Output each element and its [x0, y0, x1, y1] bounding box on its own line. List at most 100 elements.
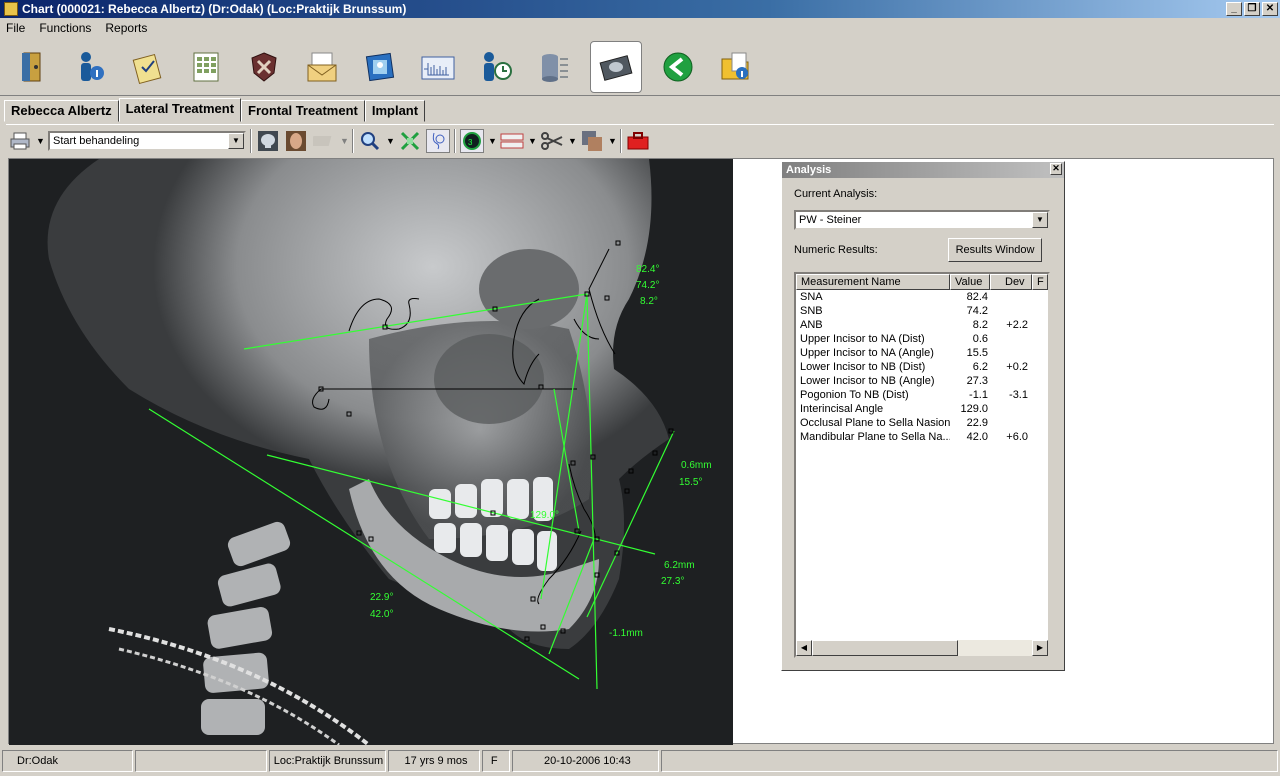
- chevron-down-icon[interactable]: ▼: [228, 132, 244, 149]
- list-item[interactable]: Lower Incisor to NB (Dist) 6.2 +0.2: [796, 360, 1048, 374]
- export-button[interactable]: [714, 45, 758, 89]
- zoom-button[interactable]: [358, 129, 382, 153]
- tab-frontal-treatment[interactable]: Frontal Treatment: [241, 100, 365, 122]
- stage-select-value: Start behandeling: [53, 134, 140, 147]
- toolbar-divider: [454, 128, 456, 153]
- image-toolbar: ▼ Start behandeling ▼ ▼ ▼ 3 ▼ ▼ ▼ ▼: [6, 124, 1274, 156]
- face-photo-button[interactable]: [284, 129, 308, 153]
- close-button[interactable]: ✕: [1262, 2, 1278, 16]
- print-dropdown-arrow[interactable]: ▼: [36, 136, 45, 146]
- close-icon[interactable]: ✕: [1050, 163, 1062, 175]
- print-button[interactable]: [8, 129, 32, 153]
- list-item[interactable]: SNB 74.2: [796, 304, 1048, 318]
- col-value[interactable]: Value: [950, 274, 990, 290]
- teeth-button[interactable]: [500, 129, 524, 153]
- list-item[interactable]: SNA 82.4: [796, 290, 1048, 304]
- list-item[interactable]: Lower Incisor to NB (Angle) 27.3: [796, 374, 1048, 388]
- menu-file[interactable]: File: [4, 21, 27, 35]
- film-strip-icon: [421, 56, 455, 79]
- scroll-thumb[interactable]: [812, 640, 958, 656]
- list-item[interactable]: Upper Incisor to NA (Angle) 15.5: [796, 346, 1048, 360]
- col-measurement-name[interactable]: Measurement Name: [796, 274, 950, 290]
- xray-canvas[interactable]: 82.4° 74.2° 8.2° 0.6mm 15.5° 129.0° 6.2m…: [9, 159, 733, 745]
- surgery-dropdown-arrow[interactable]: ▼: [568, 136, 577, 146]
- l1nb-dist-label: 6.2mm: [664, 560, 695, 571]
- result-dev: [990, 374, 1032, 388]
- col-dev[interactable]: Dev: [990, 274, 1032, 290]
- result-name: SNB: [800, 305, 823, 317]
- back-button[interactable]: [656, 45, 700, 89]
- list-item[interactable]: Interincisal Angle 129.0: [796, 402, 1048, 416]
- back-arrow-icon: [663, 52, 693, 81]
- zoom-dropdown-arrow[interactable]: ▼: [386, 136, 395, 146]
- stage-select[interactable]: Start behandeling ▼: [48, 130, 246, 151]
- list-item[interactable]: Upper Incisor to NA (Dist) 0.6: [796, 332, 1048, 346]
- scroll-right-icon[interactable]: ▶: [1032, 640, 1048, 656]
- result-name: Mandibular Plane to Sella Na...: [800, 431, 950, 443]
- superimpose-button[interactable]: 3: [460, 128, 484, 153]
- minimize-button[interactable]: _: [1226, 2, 1242, 16]
- spreadsheet-button[interactable]: [184, 45, 228, 89]
- horizontal-scrollbar[interactable]: ◀ ▶: [796, 640, 1048, 656]
- list-item[interactable]: Mandibular Plane to Sella Na... 42.0 +6.0: [796, 430, 1048, 444]
- chart-tabs: Rebecca Albertz Lateral Treatment Fronta…: [0, 98, 426, 122]
- chevron-down-icon[interactable]: ▼: [1032, 212, 1048, 228]
- result-dev: [990, 290, 1032, 304]
- database-button[interactable]: [532, 45, 576, 89]
- appointments-button[interactable]: [474, 45, 518, 89]
- scroll-left-icon[interactable]: ◀: [796, 640, 812, 656]
- menu-functions[interactable]: Functions: [37, 21, 93, 35]
- surgery-button[interactable]: [540, 129, 564, 153]
- result-value: -1.1: [969, 389, 988, 401]
- result-name: Pogonion To NB (Dist): [800, 389, 909, 401]
- tab-patient[interactable]: Rebecca Albertz: [4, 100, 119, 122]
- list-item[interactable]: Pogonion To NB (Dist) -1.1 -3.1: [796, 388, 1048, 402]
- scissors-icon: [541, 131, 563, 150]
- tracing-button[interactable]: [416, 45, 460, 89]
- orbit-shape: [479, 249, 579, 329]
- tracing-toggle-button[interactable]: [426, 128, 450, 153]
- toolbox-button[interactable]: [626, 129, 650, 153]
- result-value: 22.9: [966, 417, 988, 429]
- svg-text:3: 3: [468, 138, 473, 147]
- patient-info-button[interactable]: [68, 45, 112, 89]
- superimpose-dropdown-arrow[interactable]: ▼: [488, 136, 497, 146]
- treatment-shield-button[interactable]: [242, 45, 286, 89]
- analysis-select[interactable]: PW - Steiner ▼: [794, 210, 1050, 230]
- result-value: 42.0: [966, 431, 988, 443]
- tab-implant[interactable]: Implant: [364, 100, 426, 122]
- cephalometric-xray[interactable]: 82.4° 74.2° 8.2° 0.6mm 15.5° 129.0° 6.2m…: [9, 159, 733, 745]
- result-name: SNA: [800, 291, 823, 303]
- result-value: 0.6: [972, 333, 988, 345]
- results-window-button[interactable]: Results Window: [948, 238, 1042, 262]
- morph-button[interactable]: [580, 129, 604, 153]
- tab-lateral-treatment[interactable]: Lateral Treatment: [118, 98, 242, 122]
- exit-door-button[interactable]: [10, 45, 54, 89]
- skull-view-button[interactable]: [256, 129, 280, 153]
- status-empty: [135, 750, 267, 772]
- xray-button[interactable]: [590, 40, 642, 93]
- interincisal-label: 129.0°: [530, 510, 559, 521]
- morph-dropdown-arrow[interactable]: ▼: [608, 136, 617, 146]
- result-value: 82.4: [966, 291, 988, 303]
- sinus-shape: [434, 334, 544, 424]
- work-area: 82.4° 74.2° 8.2° 0.6mm 15.5° 129.0° 6.2m…: [8, 158, 1274, 745]
- teeth-dropdown-arrow[interactable]: ▼: [528, 136, 537, 146]
- xray-film-icon: [599, 54, 633, 81]
- toolbar-divider: [620, 128, 622, 153]
- maximize-button[interactable]: ❐: [1244, 2, 1260, 16]
- list-item[interactable]: Occlusal Plane to Sella Nasion 22.9: [796, 416, 1048, 430]
- status-sex: F: [481, 750, 510, 772]
- exam-button[interactable]: [126, 45, 170, 89]
- analysis-panel-title-text: Analysis: [786, 164, 832, 176]
- results-list[interactable]: Measurement Name Value Dev F SNA 82.4 SNB 7…: [794, 272, 1050, 658]
- fit-to-window-button[interactable]: [398, 129, 422, 153]
- result-dev: [990, 304, 1032, 318]
- result-dev: [990, 346, 1032, 360]
- letters-button[interactable]: [300, 45, 344, 89]
- photos-button[interactable]: [358, 45, 402, 89]
- menu-reports[interactable]: Reports: [103, 21, 149, 35]
- col-f[interactable]: F: [1032, 274, 1048, 290]
- mandibular-label: 42.0°: [370, 609, 393, 620]
- list-item[interactable]: ANB 8.2 +2.2: [796, 318, 1048, 332]
